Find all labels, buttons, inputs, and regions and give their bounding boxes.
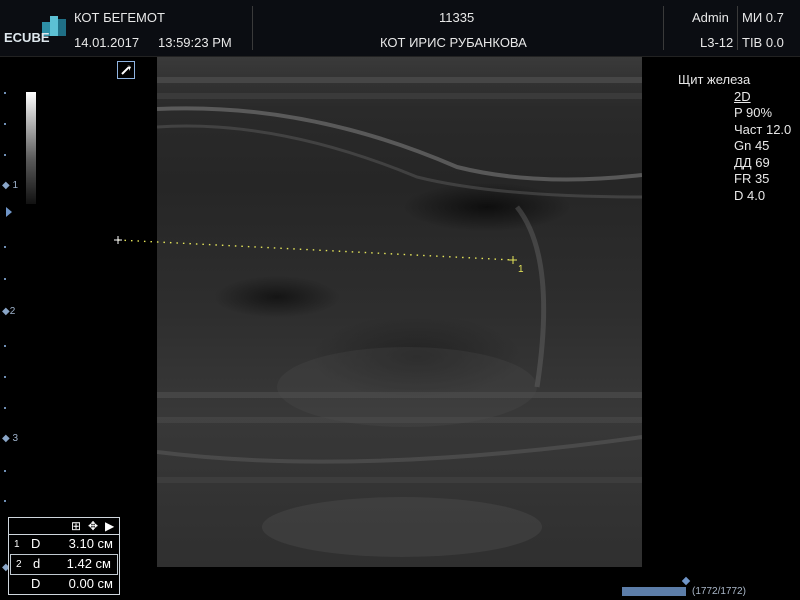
- caliper-label: 1: [518, 264, 524, 275]
- mode-label[interactable]: 2D: [734, 89, 791, 106]
- cine-progress-bar[interactable]: [622, 587, 686, 596]
- imaging-parameters: Щит железа 2D P 90% Част 12.0 Gn 45 ДД 6…: [678, 72, 791, 204]
- param-depth: D 4.0: [734, 187, 766, 203]
- param-dynamic-range: ДД 69: [734, 154, 770, 170]
- caliper-start-icon: [114, 236, 122, 244]
- param-frame-rate: FR 35: [734, 171, 770, 186]
- measurement-row[interactable]: 2 d 1.42 см: [10, 554, 118, 575]
- measurement-toolbar: ⊞ ✥ ▶: [9, 518, 119, 535]
- frame-counter: (1772/1772): [692, 586, 746, 597]
- preset-name: Щит железа: [678, 72, 751, 87]
- measurement-row[interactable]: 1 D 3.10 см: [9, 535, 119, 554]
- param-gain: Gn 45: [734, 138, 770, 153]
- play-icon[interactable]: ▶: [105, 519, 114, 533]
- param-power: P 90%: [734, 105, 773, 120]
- caliper-end-icon: [509, 256, 517, 264]
- param-frequency: Част 12.0: [734, 121, 792, 137]
- measurement-row[interactable]: D 0.00 см: [9, 575, 119, 594]
- move-arrows-icon[interactable]: ✥: [88, 519, 98, 533]
- measurement-panel: ⊞ ✥ ▶ 1 D 3.10 см 2 d 1.42 см D 0.00 см: [8, 517, 120, 595]
- grid-icon[interactable]: ⊞: [71, 519, 81, 533]
